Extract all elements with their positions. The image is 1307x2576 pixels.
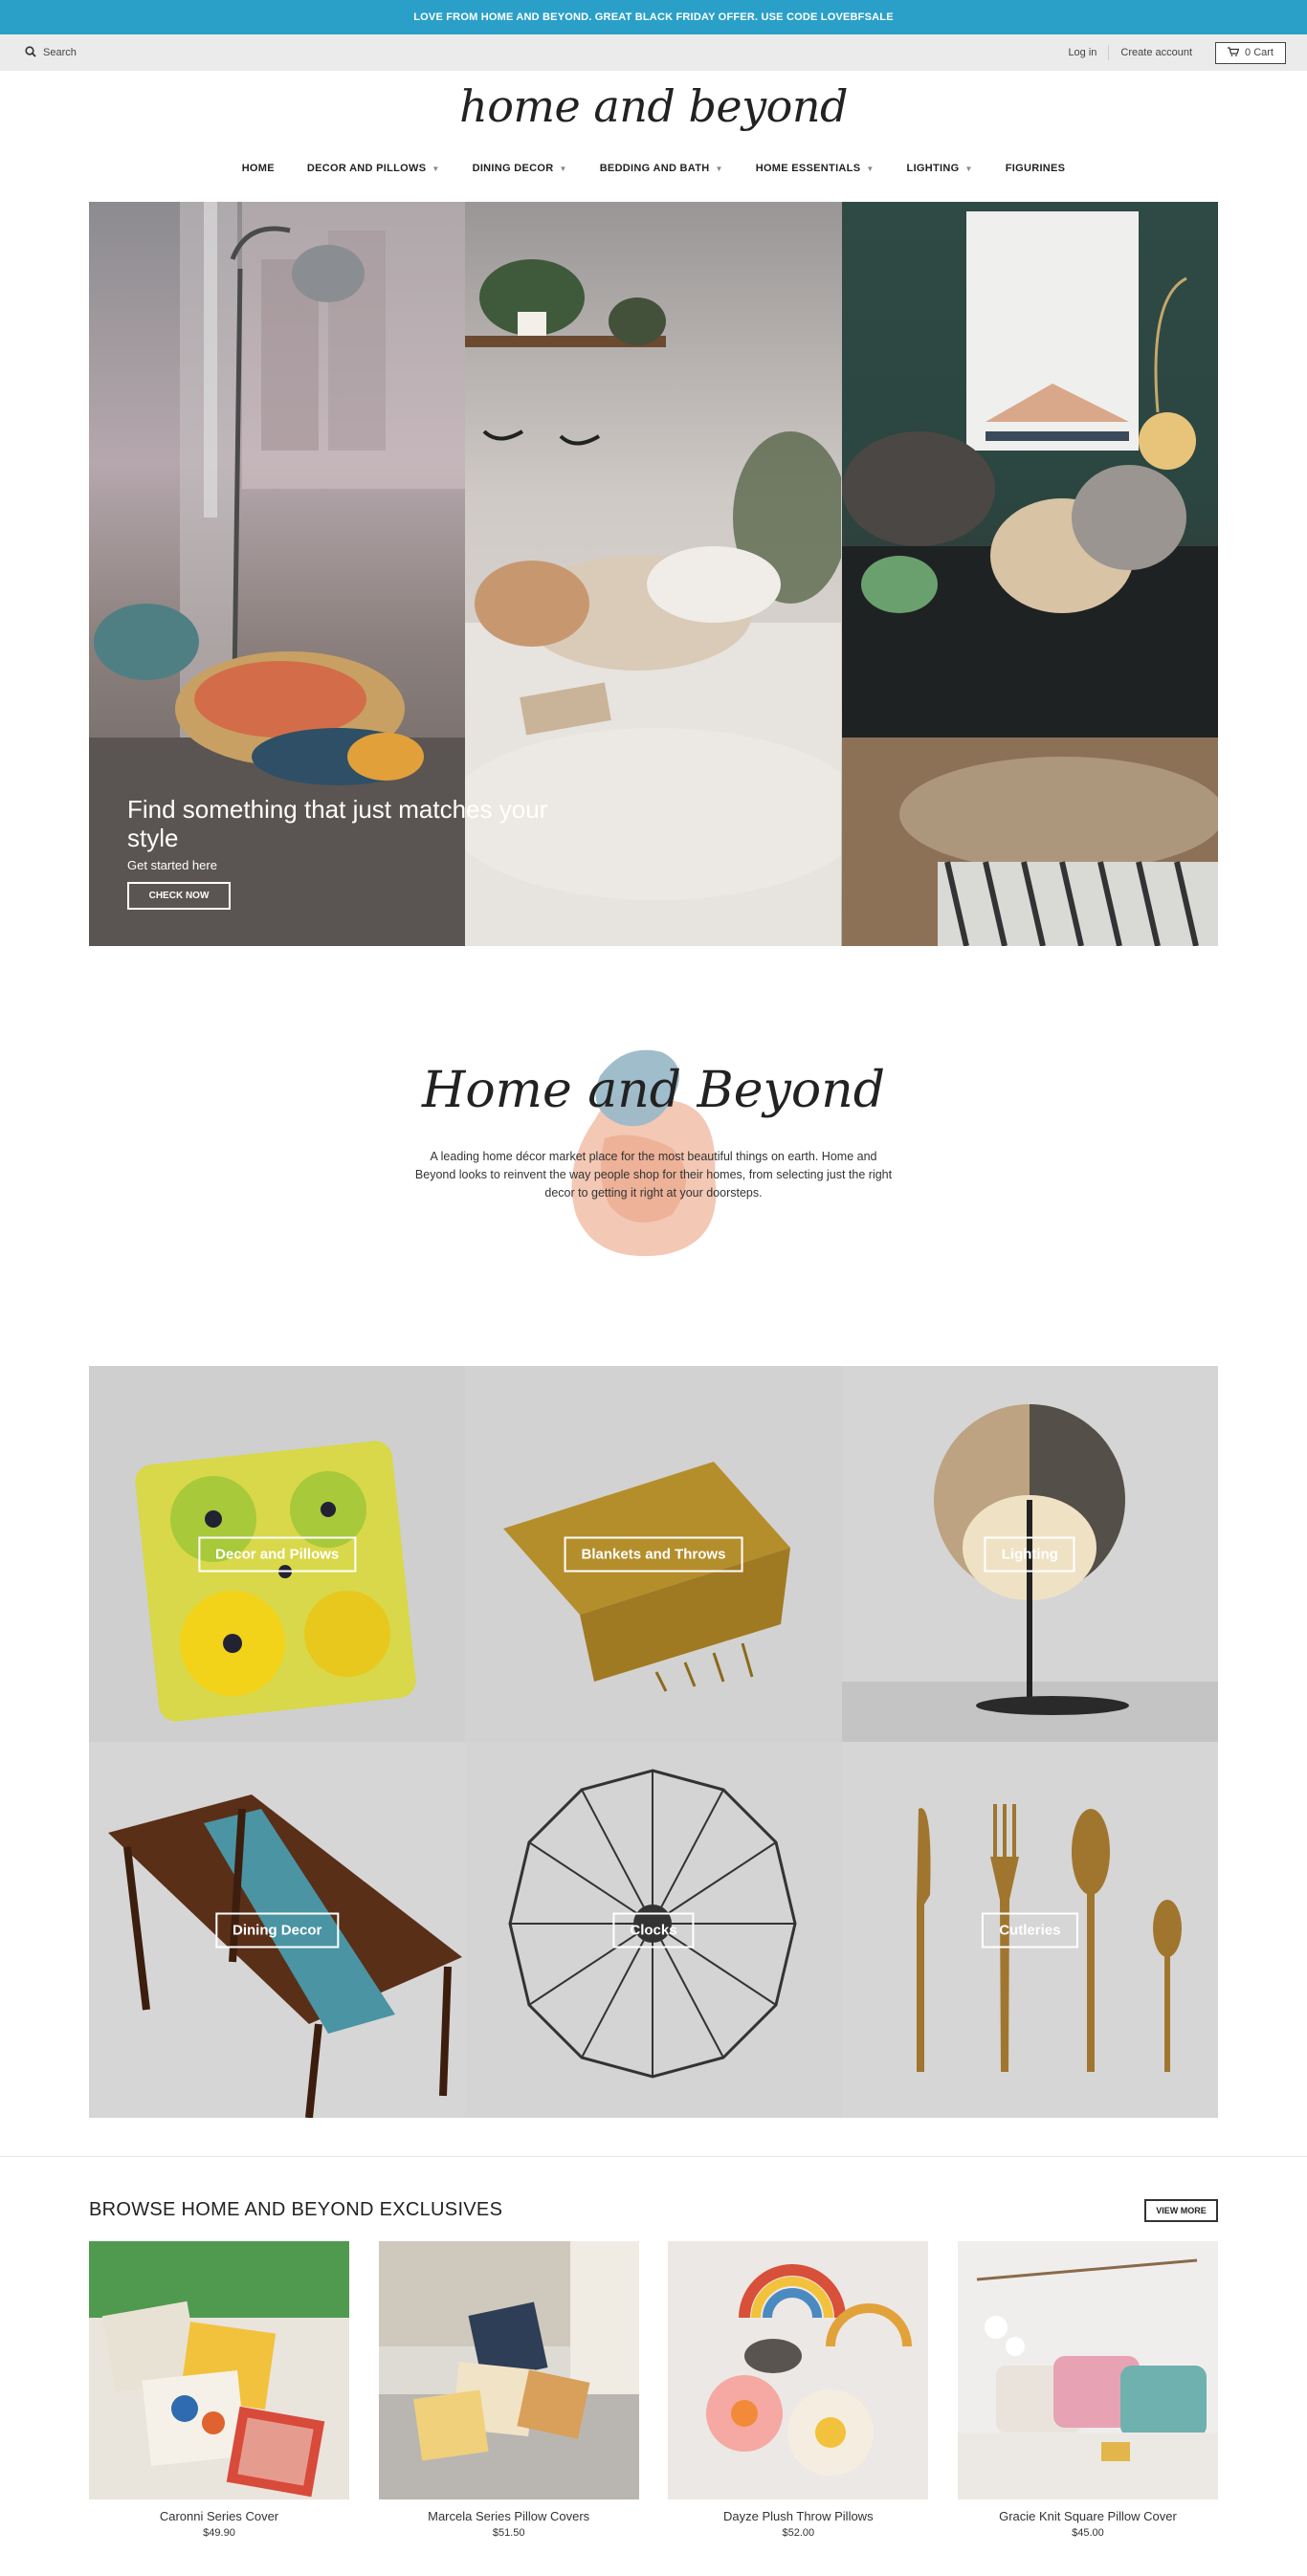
chevron-down-icon: ▼	[432, 164, 440, 173]
product-name: Gracie Knit Square Pillow Cover	[999, 2509, 1177, 2523]
search-label: Search	[43, 47, 77, 58]
nav-item-home-essentials[interactable]: HOME ESSENTIALS ▼	[756, 163, 875, 174]
login-link[interactable]: Log in	[1056, 47, 1108, 58]
product-price: $52.00	[782, 2527, 815, 2539]
nav-item-dining-decor[interactable]: DINING DECOR ▼	[473, 163, 567, 174]
nav-item-home[interactable]: HOME	[242, 163, 275, 174]
collection-label: Clocks	[612, 1912, 695, 1948]
collection-label: Dining Decor	[214, 1912, 340, 1948]
product-list: Caronni Series Cover $49.90 Marcela Seri…	[89, 2241, 1218, 2539]
hero-banner: Find something that just matches your st…	[89, 202, 1218, 946]
chevron-down-icon: ▼	[964, 164, 973, 173]
nav-item-label: DECOR AND PILLOWS	[306, 163, 427, 174]
site-logo[interactable]: home and beyond	[0, 80, 1307, 132]
collection-tile-cutleries[interactable]: Cutleries	[841, 1742, 1218, 2118]
product-price: $49.90	[203, 2527, 235, 2539]
product-price: $45.00	[1072, 2527, 1104, 2539]
main-nav: HOME DECOR AND PILLOWS ▼ DINING DECOR ▼ BEDDI…	[0, 163, 1307, 174]
hero-title: Find something that just matches your st…	[127, 795, 548, 852]
collection-tile-blankets-and-throws[interactable]: Blankets and Throws	[465, 1366, 842, 1742]
check-now-button[interactable]: CHECK NOW	[127, 882, 231, 910]
account-links: Log in Create account 0 Cart	[1056, 41, 1286, 64]
nav-item-lighting[interactable]: LIGHTING ▼	[907, 163, 973, 174]
collection-grid: Decor and Pillows Blankets and Throws Li…	[89, 1366, 1218, 2118]
collection-label: Blankets and Throws	[564, 1536, 743, 1572]
product-card[interactable]: Dayze Plush Throw Pillows $52.00	[668, 2241, 929, 2539]
hero-subtitle: Get started here	[127, 858, 217, 872]
about-description: A leading home décor market place for th…	[414, 1150, 893, 1200]
product-card[interactable]: Gracie Knit Square Pillow Cover $45.00	[957, 2241, 1218, 2539]
collection-tile-lighting[interactable]: Lighting	[841, 1366, 1218, 1742]
nav-item-label: LIGHTING	[906, 163, 960, 174]
chevron-down-icon: ▼	[866, 164, 875, 173]
product-price: $51.50	[492, 2527, 525, 2539]
nav-item-label: DINING DECOR	[472, 163, 554, 174]
featured-section-title: BROWSE HOME AND BEYOND EXCLUSIVES	[89, 2199, 503, 2220]
product-card[interactable]: Marcela Series Pillow Covers $51.50	[378, 2241, 639, 2539]
nav-item-bedding-and-bath[interactable]: BEDDING AND BATH ▼	[600, 163, 723, 174]
cart-label: 0 Cart	[1245, 47, 1274, 58]
product-name: Marcela Series Pillow Covers	[428, 2509, 590, 2523]
announcement-bar: LOVE FROM HOME AND BEYOND. GREAT BLACK F…	[0, 0, 1307, 34]
collection-label: Decor and Pillows	[198, 1536, 357, 1572]
about-section: Home and Beyond A leading home décor mar…	[0, 1033, 1307, 1272]
nav-item-decor-and-pillows[interactable]: DECOR AND PILLOWS ▼	[307, 163, 440, 174]
hero-image-lounge	[841, 202, 1218, 946]
product-name: Dayze Plush Throw Pillows	[723, 2509, 874, 2523]
nav-item-label: HOME ESSENTIALS	[755, 163, 861, 174]
about-title: Home and Beyond	[421, 1062, 886, 1119]
nav-item-label: BEDDING AND BATH	[599, 163, 710, 174]
nav-item-figurines[interactable]: FIGURINES	[1006, 163, 1066, 174]
nav-item-label: FIGURINES	[1005, 163, 1066, 174]
utility-bar: Search Log in Create account 0 Cart	[0, 34, 1307, 71]
product-image	[668, 2241, 929, 2499]
collection-tile-clocks[interactable]: Clocks	[465, 1742, 842, 2118]
collection-label: Cutleries	[982, 1912, 1078, 1948]
announcement-text: LOVE FROM HOME AND BEYOND. GREAT BLACK F…	[413, 11, 894, 23]
chevron-down-icon: ▼	[715, 164, 723, 173]
nav-item-label: HOME	[241, 163, 275, 174]
cart-icon	[1228, 46, 1240, 59]
chevron-down-icon: ▼	[559, 164, 567, 173]
collection-tile-dining-decor[interactable]: Dining Decor	[89, 1742, 466, 2118]
collection-label: Lighting	[984, 1536, 1075, 1572]
search-link[interactable]: Search	[25, 45, 77, 60]
collection-tile-decor-and-pillows[interactable]: Decor and Pillows	[89, 1366, 466, 1742]
section-divider	[0, 2156, 1307, 2157]
product-card[interactable]: Caronni Series Cover $49.90	[89, 2241, 349, 2539]
search-icon	[25, 45, 36, 60]
product-image	[957, 2241, 1218, 2499]
view-more-button[interactable]: VIEW MORE	[1144, 2199, 1218, 2222]
product-image	[89, 2241, 349, 2499]
create-account-link[interactable]: Create account	[1109, 47, 1204, 58]
product-name: Caronni Series Cover	[159, 2509, 279, 2523]
cart-button[interactable]: 0 Cart	[1215, 41, 1286, 64]
hero-content: Find something that just matches your st…	[127, 795, 577, 910]
product-image	[378, 2241, 639, 2499]
